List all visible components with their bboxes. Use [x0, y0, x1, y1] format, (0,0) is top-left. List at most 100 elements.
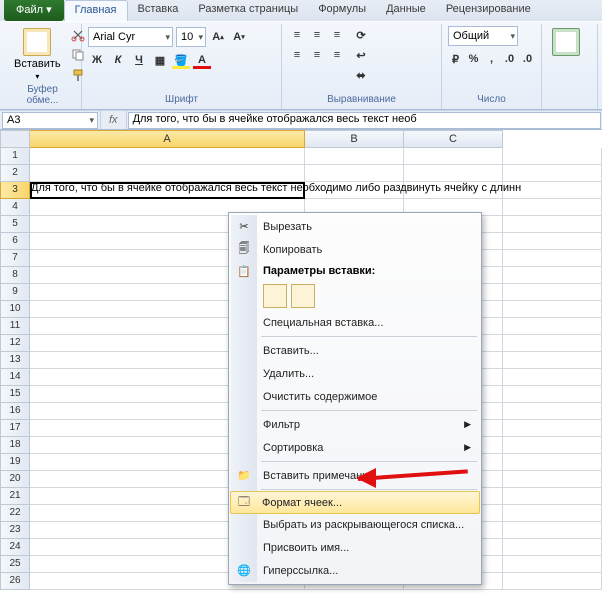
formula-input[interactable]: Для того, что бы в ячейке отображался ве… [128, 112, 601, 129]
cell[interactable] [503, 267, 602, 284]
row-header[interactable]: 24 [0, 539, 30, 556]
row-header[interactable]: 7 [0, 250, 30, 267]
row-header[interactable]: 23 [0, 522, 30, 539]
cell[interactable] [404, 165, 503, 182]
tab-review[interactable]: Рецензирование [436, 0, 541, 21]
cell[interactable] [503, 386, 602, 403]
borders-button[interactable]: ▦ [151, 51, 169, 69]
cell[interactable] [30, 148, 305, 165]
cell[interactable] [503, 199, 602, 216]
cell[interactable] [503, 250, 602, 267]
shrink-font-button[interactable]: A▾ [230, 28, 248, 46]
align-center-button[interactable]: ≡ [308, 46, 326, 64]
cell[interactable] [503, 403, 602, 420]
row-header[interactable]: 18 [0, 437, 30, 454]
cell[interactable] [503, 522, 602, 539]
tab-insert[interactable]: Вставка [128, 0, 189, 21]
row-header[interactable]: 14 [0, 369, 30, 386]
col-header-C[interactable]: C [404, 130, 503, 148]
row-header[interactable]: 1 [0, 148, 30, 165]
cell[interactable] [503, 148, 602, 165]
cell[interactable] [503, 284, 602, 301]
cell[interactable] [503, 369, 602, 386]
col-header-B[interactable]: B [305, 130, 404, 148]
ctx-sort[interactable]: Сортировка▶ [231, 436, 479, 459]
orientation-button[interactable]: ⟳ [352, 26, 370, 44]
cell[interactable] [503, 573, 602, 590]
tab-data[interactable]: Данные [376, 0, 436, 21]
cell[interactable] [503, 233, 602, 250]
align-bottom-button[interactable]: ≡ [328, 26, 346, 44]
cell[interactable] [503, 216, 602, 233]
fx-icon[interactable]: fx [100, 111, 127, 129]
increase-decimal-button[interactable]: .0 [502, 50, 517, 68]
row-header[interactable]: 26 [0, 573, 30, 590]
cell[interactable] [305, 165, 404, 182]
tab-formulas[interactable]: Формулы [308, 0, 376, 21]
row-header[interactable]: 11 [0, 318, 30, 335]
percent-button[interactable]: % [466, 50, 481, 68]
ctx-paste-special[interactable]: Специальная вставка... [231, 311, 479, 334]
name-box[interactable]: A3 [2, 112, 98, 129]
row-header[interactable]: 15 [0, 386, 30, 403]
italic-button[interactable]: К [109, 51, 127, 69]
col-header-A[interactable]: A [30, 130, 305, 148]
paste-option-2[interactable] [291, 284, 315, 308]
cell[interactable] [30, 182, 305, 199]
row-header[interactable]: 16 [0, 403, 30, 420]
paste-button[interactable]: Вставить ▾ [10, 26, 65, 84]
align-top-button[interactable]: ≡ [288, 26, 306, 44]
row-header[interactable]: 12 [0, 335, 30, 352]
ctx-define-name[interactable]: Присвоить имя... [231, 536, 479, 559]
ctx-cut[interactable]: ✂ Вырезать [231, 215, 479, 238]
cell[interactable] [503, 165, 602, 182]
comma-button[interactable]: , [484, 50, 499, 68]
row-header[interactable]: 6 [0, 233, 30, 250]
row-header[interactable]: 2 [0, 165, 30, 182]
ctx-comment[interactable]: 📁 Вставить примечание [231, 464, 479, 487]
row-header[interactable]: 4 [0, 199, 30, 216]
font-size-combo[interactable]: 10 [176, 27, 206, 47]
wrap-text-button[interactable]: ↩ [352, 46, 370, 64]
tab-page-layout[interactable]: Разметка страницы [188, 0, 308, 21]
cell[interactable] [503, 335, 602, 352]
underline-button[interactable]: Ч [130, 51, 148, 69]
row-header[interactable]: 25 [0, 556, 30, 573]
align-middle-button[interactable]: ≡ [308, 26, 326, 44]
row-header[interactable]: 13 [0, 352, 30, 369]
row-header[interactable]: 5 [0, 216, 30, 233]
cell[interactable] [305, 182, 404, 199]
select-all-corner[interactable] [0, 130, 30, 148]
row-header[interactable]: 17 [0, 420, 30, 437]
cell[interactable] [503, 454, 602, 471]
bold-button[interactable]: Ж [88, 51, 106, 69]
file-tab[interactable]: Файл ▾ [4, 0, 64, 21]
cell[interactable] [30, 165, 305, 182]
cell[interactable] [305, 148, 404, 165]
tab-home[interactable]: Главная [64, 0, 128, 21]
row-header[interactable]: 20 [0, 471, 30, 488]
cell[interactable] [404, 148, 503, 165]
row-header[interactable]: 9 [0, 284, 30, 301]
cell[interactable] [503, 471, 602, 488]
ctx-insert[interactable]: Вставить... [231, 339, 479, 362]
ctx-format-cells[interactable]: 🗔 Формат ячеек... [230, 491, 480, 514]
decrease-decimal-button[interactable]: .0 [520, 50, 535, 68]
row-header[interactable]: 22 [0, 505, 30, 522]
font-color-button[interactable]: A [193, 51, 211, 69]
row-header[interactable]: 21 [0, 488, 30, 505]
cell[interactable] [503, 318, 602, 335]
cell[interactable] [503, 182, 602, 199]
fill-color-button[interactable]: 🪣 [172, 51, 190, 69]
cond-format-button[interactable] [548, 26, 584, 107]
ctx-pick-list[interactable]: Выбрать из раскрывающегося списка... [231, 513, 479, 536]
grow-font-button[interactable]: A▴ [209, 28, 227, 46]
number-format-combo[interactable]: Общий [448, 26, 518, 46]
row-header[interactable]: 19 [0, 454, 30, 471]
row-header[interactable]: 10 [0, 301, 30, 318]
align-right-button[interactable]: ≡ [328, 46, 346, 64]
paste-option-1[interactable] [263, 284, 287, 308]
cell[interactable] [503, 556, 602, 573]
currency-button[interactable]: ₽ [448, 50, 463, 68]
row-header[interactable]: 8 [0, 267, 30, 284]
